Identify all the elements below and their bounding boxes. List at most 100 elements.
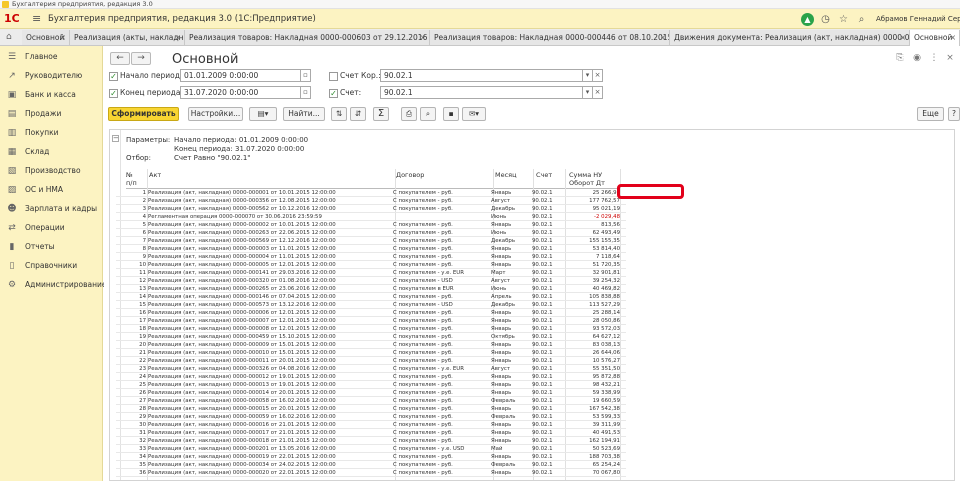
period-end-checkbox[interactable]: ✓ (109, 89, 118, 98)
table-row[interactable]: 23 Реализация (акт, накладная) 0000-00032… (116, 365, 626, 373)
sidebar-item-main[interactable]: ☰ Главное (0, 48, 103, 67)
generate-button[interactable]: Сформировать (108, 107, 179, 121)
account-dropdown[interactable]: ▾ (583, 86, 593, 99)
preview-button[interactable]: ⌕ (420, 107, 436, 121)
variants-button[interactable]: ▤▾ (249, 107, 277, 121)
period-start-checkbox[interactable]: ✓ (109, 72, 118, 81)
table-row[interactable]: 7 Реализация (акт, накладная) 0000-000569… (116, 237, 626, 245)
table-row[interactable]: 36 Реализация (акт, накладная) 0000-00002… (116, 469, 626, 477)
send-button[interactable]: ✉▾ (462, 107, 486, 121)
table-row[interactable]: 21 Реализация (акт, накладная) 0000-00001… (116, 349, 626, 357)
sidebar-item-production[interactable]: ▧ Производство (0, 162, 103, 181)
table-row[interactable]: 12 Реализация (акт, накладная) 0000-00032… (116, 277, 626, 285)
menu-dots-icon[interactable]: ⋮ (928, 52, 940, 64)
table-row[interactable]: 25 Реализация (акт, накладная) 0000-00001… (116, 381, 626, 389)
close-icon[interactable]: × (950, 30, 956, 45)
table-row[interactable]: 11 Реализация (акт, накладная) 0000-00014… (116, 269, 626, 277)
sidebar-item-operations[interactable]: ⇄ Операции (0, 219, 103, 238)
find-button[interactable]: Найти... (283, 107, 325, 121)
sidebar-item-reports[interactable]: ▮ Отчеты (0, 238, 103, 257)
period-start-input[interactable]: 01.01.2009 0:00:00 (180, 69, 301, 82)
sidebar-item-warehouse[interactable]: ▦ Склад (0, 143, 103, 162)
table-row[interactable]: 14 Реализация (акт, накладная) 0000-00014… (116, 293, 626, 301)
sidebar-item-catalogs[interactable]: ▯ Справочники (0, 257, 103, 276)
table-row[interactable]: 6 Реализация (акт, накладная) 0000-000263… (116, 229, 626, 237)
period-end-picker[interactable]: ▫ (301, 86, 311, 99)
table-row[interactable]: 3 Реализация (акт, накладная) 0000-000562… (116, 205, 626, 213)
main-menu-icon[interactable]: ≡ (32, 13, 41, 25)
table-row[interactable]: 22 Реализация (акт, накладная) 0000-00001… (116, 357, 626, 365)
table-row[interactable]: 24 Реализация (акт, накладная) 0000-00001… (116, 373, 626, 381)
table-row[interactable]: 16 Реализация (акт, накладная) 0000-00000… (116, 309, 626, 317)
tab-sales-list[interactable]: Реализация (акты, накладные) × (70, 30, 185, 45)
table-row[interactable]: 29 Реализация (акт, накладная) 0000-00005… (116, 413, 626, 421)
sidebar-item-management[interactable]: ↗ Руководителю (0, 67, 103, 86)
table-row[interactable]: 35 Реализация (акт, накладная) 0000-00003… (116, 461, 626, 469)
sidebar-item-sales[interactable]: ▤ Продажи (0, 105, 103, 124)
collapse-groups-button[interactable]: ⇅ (331, 107, 347, 121)
collapse-toggle[interactable]: − (112, 135, 119, 142)
table-row[interactable]: 8 Реализация (акт, накладная) 0000-000003… (116, 245, 626, 253)
close-icon[interactable]: × (420, 30, 426, 45)
tab-invoice-603[interactable]: Реализация товаров: Накладная 0000-00060… (185, 30, 430, 45)
period-start-picker[interactable]: ▫ (301, 69, 311, 82)
print-button[interactable]: ⎙ (401, 107, 417, 121)
home-icon[interactable]: ⌂ (6, 31, 12, 43)
table-row[interactable]: 2 Реализация (акт, накладная) 0000-000356… (116, 197, 626, 205)
table-row[interactable]: 31 Реализация (акт, накладная) 0000-00001… (116, 429, 626, 437)
table-row[interactable]: 9 Реализация (акт, накладная) 0000-000004… (116, 253, 626, 261)
forward-button[interactable]: → (131, 52, 151, 65)
sidebar-item-salary[interactable]: ☻ Зарплата и кадры (0, 200, 103, 219)
favorites-icon[interactable]: ☆ (837, 13, 850, 26)
table-row[interactable]: 18 Реализация (акт, накладная) 0000-00000… (116, 325, 626, 333)
table-row[interactable]: 15 Реализация (акт, накладная) 0000-00057… (116, 301, 626, 309)
table-row[interactable]: 28 Реализация (акт, накладная) 0000-00001… (116, 405, 626, 413)
table-row[interactable]: 34 Реализация (акт, накладная) 0000-00001… (116, 453, 626, 461)
tab-document-movements[interactable]: Движения документа: Реализация (акт, нак… (670, 30, 910, 45)
history-icon[interactable]: ◷ (819, 13, 832, 26)
user-name[interactable]: Абрамов Геннадий Сергеевич (876, 15, 960, 24)
tab-main[interactable]: Основной × (22, 30, 70, 45)
table-row[interactable]: 4 Регламентная операция 0000-000070 от 30… (116, 213, 626, 221)
close-icon[interactable]: × (60, 30, 66, 45)
sidebar-item-purchases[interactable]: ▥ Покупки (0, 124, 103, 143)
account-checkbox[interactable]: ✓ (329, 89, 338, 98)
account-clear[interactable]: × (593, 86, 603, 99)
more-button[interactable]: Еще (917, 107, 944, 121)
save-button[interactable]: ▪ (443, 107, 459, 121)
report-sheet[interactable]: − Параметры: Начало периода: 01.01.2009 … (109, 129, 955, 481)
close-icon[interactable]: × (900, 30, 906, 45)
settings-button[interactable]: Настройки... (188, 107, 243, 121)
print-settings-icon[interactable]: ◉ (911, 52, 923, 64)
close-icon[interactable]: × (944, 52, 956, 64)
help-button[interactable]: ? (948, 107, 960, 121)
sidebar-item-admin[interactable]: ⚙ Администрирование (0, 276, 107, 295)
period-end-input[interactable]: 31.07.2020 0:00:00 (180, 86, 301, 99)
sum-button[interactable]: Σ (373, 107, 389, 121)
table-row[interactable]: 17 Реализация (акт, накладная) 0000-00000… (116, 317, 626, 325)
table-row[interactable]: 19 Реализация (акт, накладная) 0000-00045… (116, 333, 626, 341)
table-row[interactable]: 26 Реализация (акт, накладная) 0000-00001… (116, 389, 626, 397)
table-row[interactable]: 1 Реализация (акт, накладная) 0000-000001… (116, 189, 626, 197)
corr-account-dropdown[interactable]: ▾ (583, 69, 593, 82)
back-button[interactable]: ← (110, 52, 130, 65)
tab-main-report[interactable]: Основной × (910, 30, 960, 46)
corr-account-checkbox[interactable] (329, 72, 338, 81)
corr-account-clear[interactable]: × (593, 69, 603, 82)
search-icon[interactable]: ⌕ (855, 13, 868, 26)
sidebar-item-assets[interactable]: ▨ ОС и НМА (0, 181, 103, 200)
sidebar-item-bank[interactable]: ▣ Банк и касса (0, 86, 103, 105)
tab-invoice-446[interactable]: Реализация товаров: Накладная 0000-00044… (430, 30, 670, 45)
table-row[interactable]: 32 Реализация (акт, накладная) 0000-00001… (116, 437, 626, 445)
account-input[interactable]: 90.02.1 (380, 86, 583, 99)
table-row[interactable]: 13 Реализация (акт, накладная) 0000-00026… (116, 285, 626, 293)
table-row[interactable]: 20 Реализация (акт, накладная) 0000-00000… (116, 341, 626, 349)
close-icon[interactable]: × (175, 30, 181, 45)
expand-groups-button[interactable]: ⇵ (350, 107, 366, 121)
corr-account-input[interactable]: 90.02.1 (380, 69, 583, 82)
table-row[interactable]: 5 Реализация (акт, накладная) 0000-000002… (116, 221, 626, 229)
table-row[interactable]: 33 Реализация (акт, накладная) 0000-00020… (116, 445, 626, 453)
table-row[interactable]: 30 Реализация (акт, накладная) 0000-00001… (116, 421, 626, 429)
table-row[interactable]: 10 Реализация (акт, накладная) 0000-00000… (116, 261, 626, 269)
table-row[interactable]: 27 Реализация (акт, накладная) 0000-00005… (116, 397, 626, 405)
